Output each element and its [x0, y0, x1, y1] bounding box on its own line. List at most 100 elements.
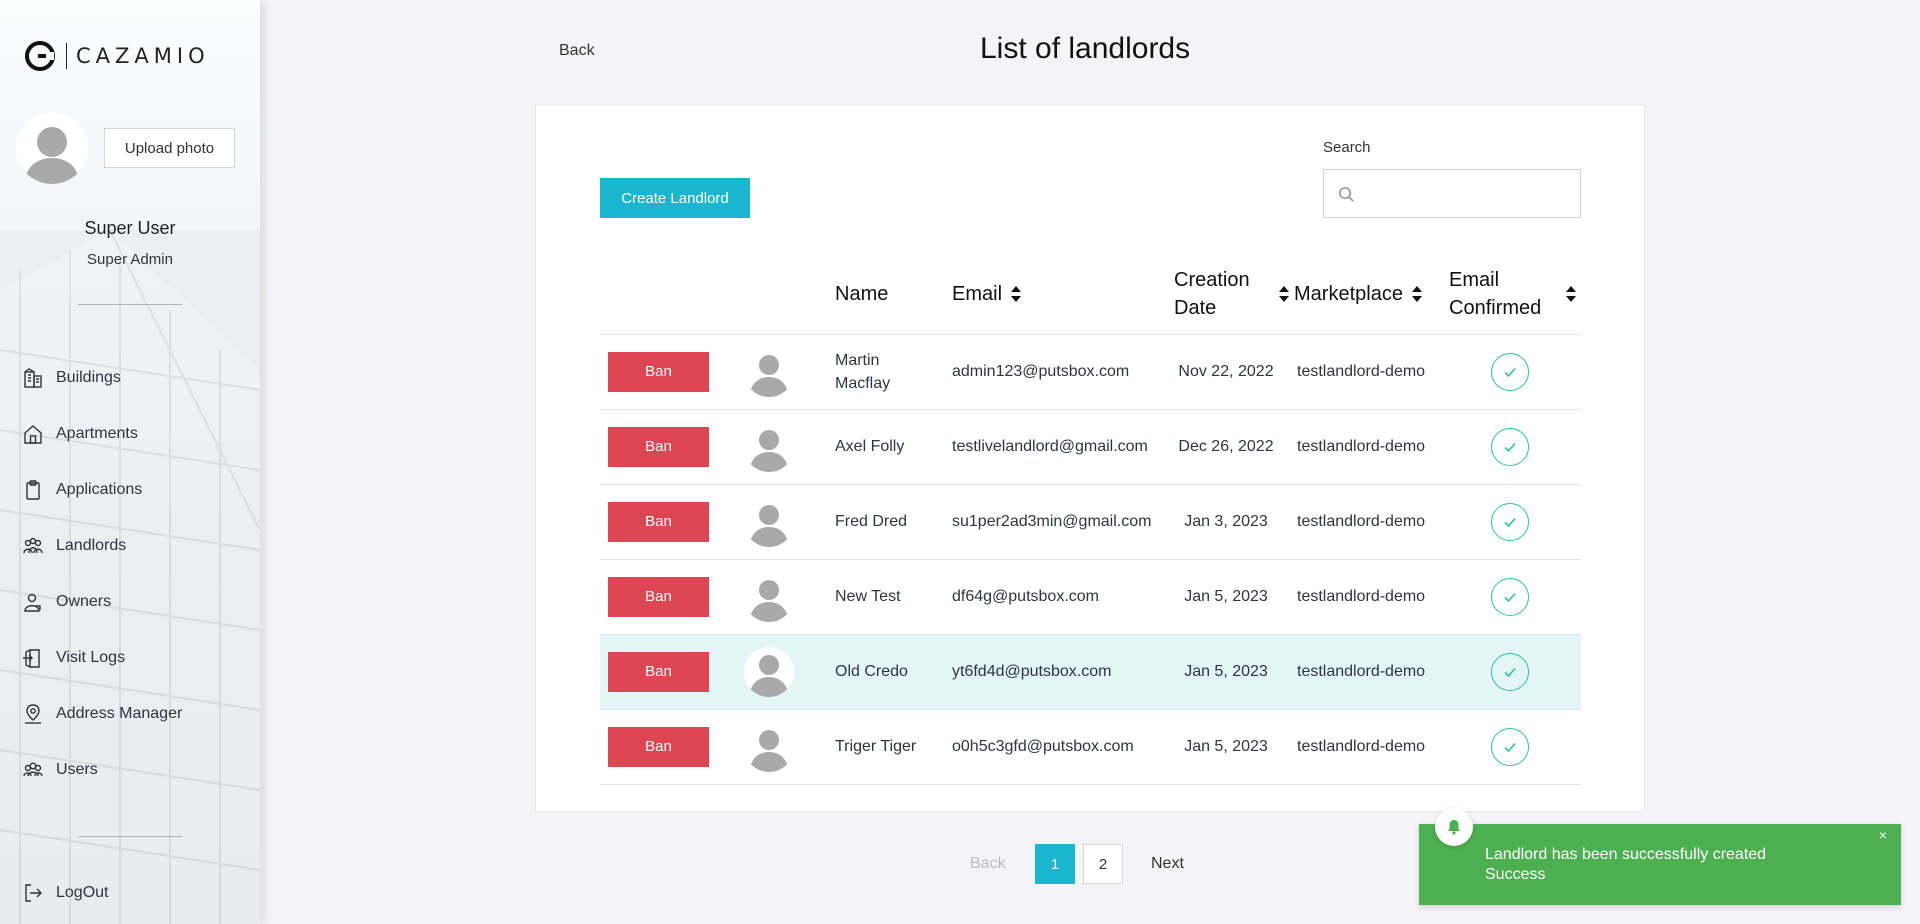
landlords-card: Create Landlord Search Name Email Creati… [535, 104, 1645, 812]
sidebar-item-label: Landlords [56, 537, 127, 554]
cell-marketplace: testlandlord-demo [1294, 484, 1449, 560]
search-input[interactable] [1364, 170, 1574, 217]
avatar-placeholder-icon [744, 579, 794, 622]
creation-date: Jan 5, 2023 [1184, 663, 1268, 680]
landlord-email: o0h5c3gfd@putsbox.com [952, 738, 1134, 755]
header-creation-date-label: Creation Date [1174, 269, 1250, 320]
email-confirmed-check-icon [1491, 577, 1529, 616]
landlord-name: Martin Macflay [835, 351, 891, 392]
ban-button[interactable]: Ban [608, 651, 709, 692]
cazamio-logo-icon [25, 41, 55, 71]
cell-name: Martin Macflay [835, 334, 952, 410]
page-1-button[interactable]: 1 [1035, 844, 1075, 884]
cell-creation-date: Jan 5, 2023 [1174, 634, 1294, 710]
avatar-placeholder-icon [744, 729, 794, 772]
table-header-row: Name Email Creation Date Marketplace Ema… [600, 255, 1581, 335]
pagination-back[interactable]: Back [970, 855, 1035, 873]
header-marketplace[interactable]: Marketplace [1294, 255, 1449, 335]
sort-icon[interactable] [1411, 285, 1423, 303]
ban-button[interactable]: Ban [608, 351, 709, 392]
avatar [744, 422, 794, 472]
page-2-button[interactable]: 2 [1083, 844, 1123, 884]
cell-ban: Ban [600, 634, 742, 710]
table-row[interactable]: Ban Old Credo yt6fd4d@putsbox.com Jan 5, 20… [600, 634, 1581, 710]
header-email[interactable]: Email [952, 255, 1174, 335]
sidebar-item-label: Visit Logs [56, 649, 126, 666]
table-row[interactable]: Ban New Test df64g@putsbox.com Jan 5, 2023 t… [600, 559, 1581, 635]
cell-email-confirmed [1449, 334, 1581, 410]
sidebar-item-buildings[interactable]: Buildings [22, 350, 182, 406]
clipboard-icon [26, 480, 40, 500]
sidebar-item-label: Users [56, 761, 98, 778]
user-avatar [16, 112, 88, 184]
toast-close-button[interactable]: × [1879, 827, 1887, 843]
cell-marketplace: testlandlord-demo [1294, 559, 1449, 635]
ban-button[interactable]: Ban [608, 426, 709, 467]
sidebar-item-applications[interactable]: Applications [22, 462, 182, 518]
landlord-name: Fred Dred [835, 513, 908, 530]
back-link[interactable]: Back [559, 42, 595, 60]
cell-name: Triger Tiger [835, 709, 952, 785]
ban-button[interactable]: Ban [608, 726, 709, 767]
header-email-confirmed[interactable]: Email Confirmed [1449, 255, 1581, 335]
landlord-email: testlivelandlord@gmail.com [952, 438, 1148, 455]
header-creation-date[interactable]: Creation Date [1174, 255, 1294, 335]
cell-creation-date: Nov 22, 2022 [1174, 334, 1294, 410]
upload-photo-button[interactable]: Upload photo [104, 128, 235, 168]
search-box[interactable] [1323, 169, 1581, 218]
sort-icon[interactable] [1565, 285, 1577, 303]
sidebar-item-label: Apartments [56, 425, 138, 442]
email-confirmed-check-icon [1491, 652, 1529, 691]
landlords-table: Name Email Creation Date Marketplace Ema… [600, 255, 1581, 785]
building-icon [24, 368, 42, 388]
email-confirmed-check-icon [1491, 352, 1529, 391]
marketplace: testlandlord-demo [1297, 513, 1426, 530]
marketplace: testlandlord-demo [1297, 663, 1426, 680]
ban-button[interactable]: Ban [608, 576, 709, 617]
door-icon [23, 648, 40, 669]
sidebar-divider [78, 836, 182, 837]
avatar [744, 347, 794, 397]
cell-email: su1per2ad3min@gmail.com [952, 484, 1174, 560]
create-landlord-button[interactable]: Create Landlord [600, 178, 750, 218]
sidebar-item-visit-logs[interactable]: Visit Logs [22, 630, 182, 686]
avatar-placeholder-icon [744, 429, 794, 472]
logout-button[interactable]: LogOut [22, 882, 108, 904]
toast-title: Landlord has been successfully created [1485, 846, 1767, 863]
avatar-placeholder-icon [744, 654, 794, 697]
table-row[interactable]: Ban Fred Dred su1per2ad3min@gmail.com Jan 3… [600, 484, 1581, 560]
sort-icon[interactable] [1010, 285, 1022, 303]
sidebar-item-owners[interactable]: Owners [22, 574, 182, 630]
table-row[interactable]: Ban Triger Tiger o0h5c3gfd@putsbox.com Jan … [600, 709, 1581, 785]
cell-name: Axel Folly [835, 409, 952, 485]
cell-ban: Ban [600, 709, 742, 785]
sidebar-item-address-manager[interactable]: Address Manager [22, 686, 182, 742]
landlord-name: Old Credo [835, 663, 908, 680]
email-confirmed-check-icon [1491, 427, 1529, 466]
sidebar-item-users[interactable]: Users [22, 742, 182, 798]
cell-marketplace: testlandlord-demo [1294, 409, 1449, 485]
sidebar-item-landlords[interactable]: Landlords [22, 518, 182, 574]
cell-email: df64g@putsbox.com [952, 559, 1174, 635]
table-row[interactable]: Ban Axel Folly testlivelandlord@gmail.com D… [600, 409, 1581, 485]
search-icon [1339, 187, 1354, 202]
cell-creation-date: Dec 26, 2022 [1174, 409, 1294, 485]
cell-email: admin123@putsbox.com [952, 334, 1174, 410]
pagination-next[interactable]: Next [1151, 855, 1184, 873]
sidebar-item-label: Address Manager [56, 705, 183, 722]
header-marketplace-label: Marketplace [1294, 283, 1403, 306]
logo[interactable]: CAZAMIO [24, 40, 210, 72]
landlord-email: su1per2ad3min@gmail.com [952, 513, 1152, 530]
logout-label: LogOut [56, 884, 109, 901]
cell-email: o0h5c3gfd@putsbox.com [952, 709, 1174, 785]
home-icon [24, 425, 42, 444]
creation-date: Nov 22, 2022 [1178, 363, 1274, 380]
landlord-name: Axel Folly [835, 438, 905, 455]
cell-name: Old Credo [835, 634, 952, 710]
sidebar-item-apartments[interactable]: Apartments [22, 406, 182, 462]
landlord-email: admin123@putsbox.com [952, 363, 1130, 380]
creation-date: Jan 5, 2023 [1184, 588, 1268, 605]
table-row[interactable]: Ban Martin Macflay admin123@putsbox.com Nov… [600, 334, 1581, 410]
ban-button[interactable]: Ban [608, 501, 709, 542]
sort-icon[interactable] [1278, 285, 1290, 303]
